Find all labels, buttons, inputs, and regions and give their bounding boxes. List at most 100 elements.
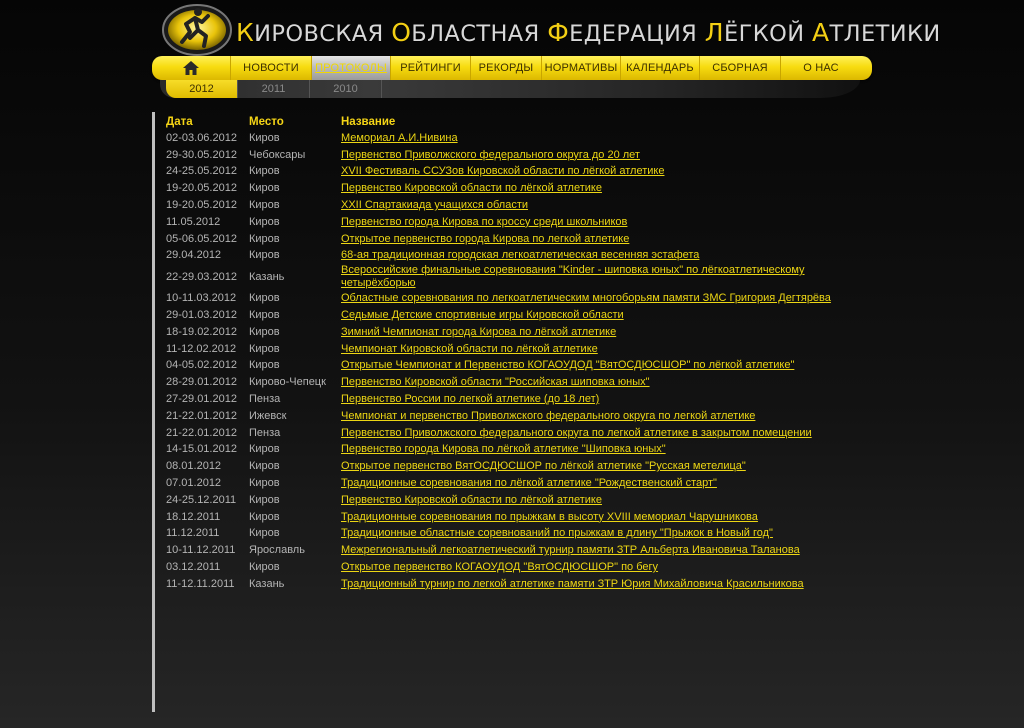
row-name: 68-ая традиционная городская легкоатлети… xyxy=(341,249,851,262)
row-event-link[interactable]: Первенство Кировской области по лёгкой а… xyxy=(341,182,602,194)
row-place: Казань xyxy=(249,577,285,590)
row-event-link[interactable]: Открытое первенство ВятОСДЮСШОР по лёгко… xyxy=(341,460,746,472)
table-row: 11.12.2011 Киров Традиционные областные со… xyxy=(166,526,866,543)
table-row: 07.01.2012 Киров Традиционные соревнования… xyxy=(166,475,866,492)
row-event-link[interactable]: Первенство Кировской области по лёгкой а… xyxy=(341,494,602,506)
nav-item-news[interactable]: НОВОСТИ xyxy=(231,56,312,80)
table-row: 21-22.01.2012 Ижевск Чемпионат и первенств… xyxy=(166,408,866,425)
table-row: 10-11.03.2012 Киров Областные соревнования… xyxy=(166,290,866,307)
header-date: Дата xyxy=(166,116,193,128)
table-row: 18.12.2011 Киров Традиционные соревнования… xyxy=(166,509,866,526)
row-date: 18.12.2011 xyxy=(166,510,221,523)
row-name: Традиционный турнир по легкой атлетике п… xyxy=(341,578,851,591)
row-place: Киров xyxy=(249,199,280,212)
table-row: 18-19.02.2012 Киров Зимний Чемпионат город… xyxy=(166,324,866,341)
title-word: ФЕДЕРАЦИЯ xyxy=(547,18,698,47)
nav-home-button[interactable] xyxy=(152,56,231,80)
row-name: Первенство Приволжского федерального окр… xyxy=(341,149,851,162)
header-name: Название xyxy=(341,116,396,128)
row-event-link[interactable]: Традиционный турнир по легкой атлетике п… xyxy=(341,578,804,590)
table-row: 10-11.12.2011 Ярославль Межрегиональный ле… xyxy=(166,542,866,559)
row-date: 19-20.05.2012 xyxy=(166,199,237,212)
nav-item-ratings[interactable]: РЕЙТИНГИ xyxy=(391,56,471,80)
table-row: 24-25.12.2011 Киров Первенство Кировской о… xyxy=(166,492,866,509)
row-name: Первенство Кировской области по лёгкой а… xyxy=(341,494,851,507)
site-logo[interactable] xyxy=(162,2,232,56)
row-event-link[interactable]: Открытое первенство КОГАОУДОД "ВятОСДЮСШ… xyxy=(341,561,658,573)
row-event-link[interactable]: Всероссийские финальные соревнования "Ki… xyxy=(341,264,805,289)
home-icon xyxy=(183,61,199,75)
row-date: 21-22.01.2012 xyxy=(166,409,237,422)
row-event-link[interactable]: XXII Спартакиада учащихся области xyxy=(341,199,528,211)
row-event-link[interactable]: Традиционные областные соревнований по п… xyxy=(341,527,773,539)
table-row: 11-12.02.2012 Киров Чемпионат Кировской об… xyxy=(166,341,866,358)
row-name: XXII Спартакиада учащихся области xyxy=(341,199,851,212)
row-event-link[interactable]: Открытое первенство города Кирова по лег… xyxy=(341,233,629,245)
nav-item-calendar[interactable]: КАЛЕНДАРЬ xyxy=(621,56,700,80)
row-event-link[interactable]: Межрегиональный легкоатлетический турнир… xyxy=(341,544,800,556)
nav-item-standards[interactable]: НОРМАТИВЫ xyxy=(542,56,621,80)
row-event-link[interactable]: Первенство города Кирова по лёгкой атлет… xyxy=(341,443,666,455)
row-event-link[interactable]: Первенство России по легкой атлетике (до… xyxy=(341,393,599,405)
row-name: Первенство России по легкой атлетике (до… xyxy=(341,393,851,406)
table-row: 04-05.02.2012 Киров Открытые Чемпионат и П… xyxy=(166,358,866,375)
row-date: 29.04.2012 xyxy=(166,249,222,262)
row-name: Открытое первенство КОГАОУДОД "ВятОСДЮСШ… xyxy=(341,561,851,574)
row-name: Первенство города Кирова по кроссу среди… xyxy=(341,216,851,229)
row-place: Киров xyxy=(249,510,280,523)
row-event-link[interactable]: Зимний Чемпионат города Кирова по лёгкой… xyxy=(341,326,616,338)
year-subnav: 2012 2011 2010 xyxy=(160,80,872,100)
row-event-link[interactable]: Традиционные соревнования по прыжкам в в… xyxy=(341,511,758,523)
row-event-link[interactable]: Открытые Чемпионат и Первенство КОГАОУДО… xyxy=(341,359,794,371)
row-date: 14-15.01.2012 xyxy=(166,443,237,456)
table-row: 24-25.05.2012 Киров XVII Фестиваль ССУЗов … xyxy=(166,164,866,181)
row-date: 04-05.02.2012 xyxy=(166,359,237,372)
row-place: Киров xyxy=(249,561,280,574)
row-place: Ижевск xyxy=(249,409,287,422)
row-event-link[interactable]: Областные соревнования по легкоатлетичес… xyxy=(341,292,831,304)
row-date: 11-12.02.2012 xyxy=(166,342,237,355)
title-word: ОБЛАСТНАЯ xyxy=(391,18,540,47)
row-place: Киров xyxy=(249,359,280,372)
row-name: Зимний Чемпионат города Кирова по лёгкой… xyxy=(341,326,851,339)
row-place: Киров xyxy=(249,182,280,195)
table-header: Дата Место Название xyxy=(166,114,866,130)
nav-item-protocols[interactable]: ПРОТОКОЛЫ xyxy=(312,56,391,80)
row-place: Кирово-Чепецк xyxy=(249,376,326,389)
row-event-link[interactable]: Первенство города Кирова по кроссу среди… xyxy=(341,216,627,228)
row-name: Первенство города Кирова по лёгкой атлет… xyxy=(341,443,851,456)
row-event-link[interactable]: Первенство Кировской области "Российская… xyxy=(341,376,650,388)
row-name: Первенство Приволжского федерального окр… xyxy=(341,427,851,440)
year-tab-2011[interactable]: 2011 xyxy=(238,80,310,98)
row-event-link[interactable]: Первенство Приволжского федерального окр… xyxy=(341,149,640,161)
row-date: 02-03.06.2012 xyxy=(166,131,237,144)
year-tab-2012[interactable]: 2012 xyxy=(166,80,238,98)
year-tab-2010[interactable]: 2010 xyxy=(310,80,382,98)
row-event-link[interactable]: Седьмые Детские спортивные игры Кировско… xyxy=(341,309,624,321)
row-place: Казань xyxy=(249,270,285,283)
row-event-link[interactable]: 68-ая традиционная городская легкоатлети… xyxy=(341,249,699,261)
table-row: 21-22.01.2012 Пенза Первенство Приволжског… xyxy=(166,425,866,442)
row-date: 03.12.2011 xyxy=(166,561,221,574)
row-name: Открытые Чемпионат и Первенство КОГАОУДО… xyxy=(341,359,851,372)
row-event-link[interactable]: XVII Фестиваль ССУЗов Кировской области … xyxy=(341,165,664,177)
row-event-link[interactable]: Первенство Приволжского федерального окр… xyxy=(341,427,812,439)
protocols-table: Дата Место Название 02-03.06.2012 Киров Ме… xyxy=(166,114,866,593)
row-event-link[interactable]: Чемпионат Кировской области по лёгкой ат… xyxy=(341,343,598,355)
table-row: 29.04.2012 Киров 68-ая традиционная городс… xyxy=(166,248,866,265)
row-date: 19-20.05.2012 xyxy=(166,182,237,195)
row-name: Межрегиональный легкоатлетический турнир… xyxy=(341,544,851,557)
nav-item-records[interactable]: РЕКОРДЫ xyxy=(471,56,542,80)
row-date: 21-22.01.2012 xyxy=(166,426,237,439)
row-event-link[interactable]: Традиционные соревнования по лёгкой атле… xyxy=(341,477,717,489)
title-word: АТЛЕТИКИ xyxy=(812,18,941,47)
row-event-link[interactable]: Мемориал А.И.Нивина xyxy=(341,132,458,144)
nav-item-team[interactable]: СБОРНАЯ xyxy=(700,56,781,80)
row-place: Ярославль xyxy=(249,544,305,557)
row-place: Киров xyxy=(249,477,280,490)
nav-item-about[interactable]: О НАС xyxy=(781,56,861,80)
row-place: Киров xyxy=(249,527,280,540)
row-event-link[interactable]: Чемпионат и первенство Приволжского феде… xyxy=(341,410,755,422)
row-place: Киров xyxy=(249,342,280,355)
row-name: Мемориал А.И.Нивина xyxy=(341,132,851,145)
